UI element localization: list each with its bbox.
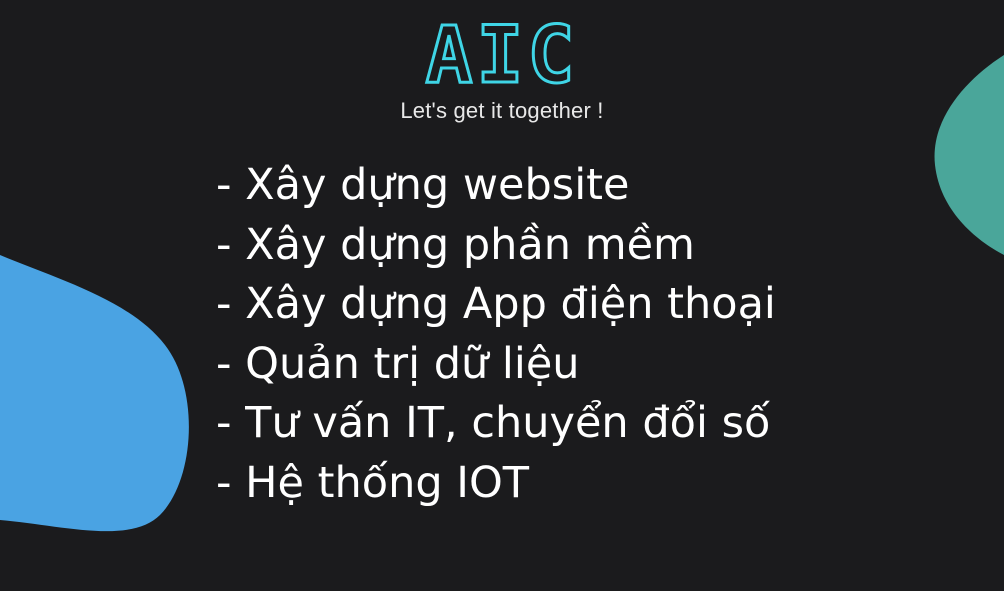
service-item: - Xây dựng phần mềm	[216, 219, 695, 270]
logo-text: AIC	[426, 14, 579, 96]
logo: AIC	[0, 14, 1004, 96]
services-list: - Xây dựng website - Xây dựng phần mềm -…	[216, 156, 776, 513]
tagline: Let's get it together !	[400, 98, 604, 123]
service-item: - Tư vấn IT, chuyển đổi số	[216, 398, 771, 448]
service-item: - Hệ thống IOT	[216, 457, 530, 508]
service-item: - Xây dựng App điện thoại	[216, 279, 776, 329]
service-item: - Quản trị dữ liệu	[216, 338, 580, 389]
aic-logo-icon: AIC	[424, 14, 579, 96]
service-item: - Xây dựng website	[216, 160, 630, 210]
